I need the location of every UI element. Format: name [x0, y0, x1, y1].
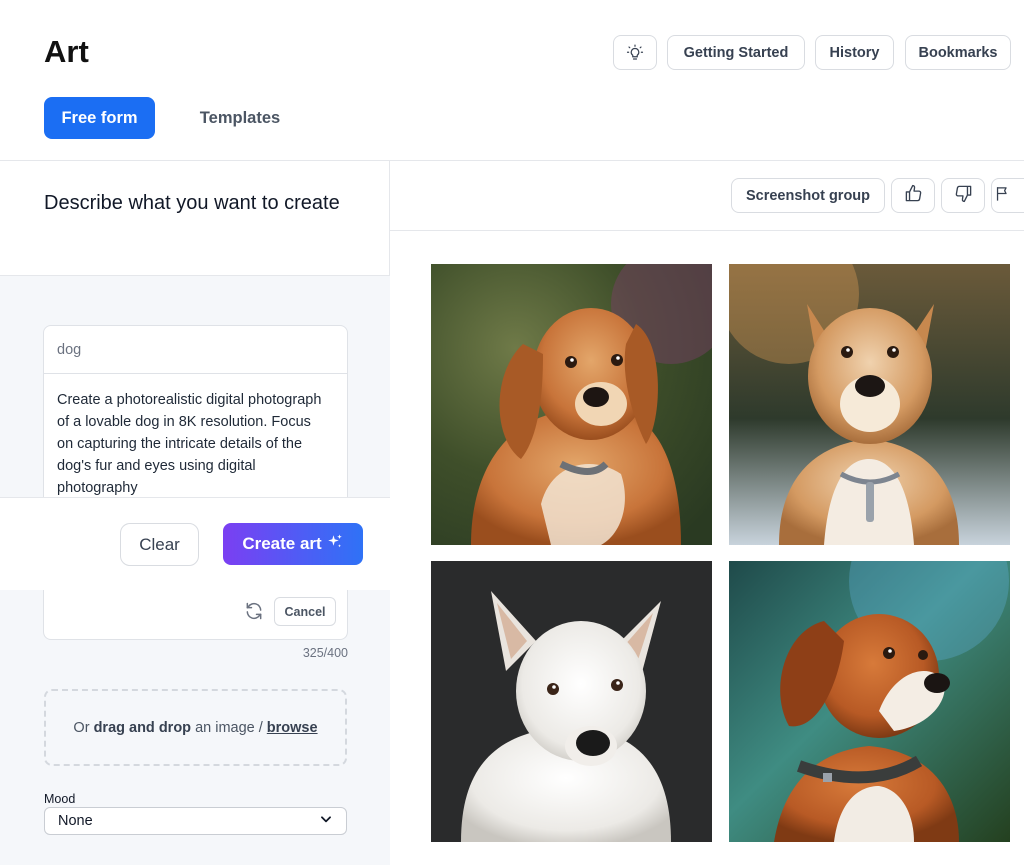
cancel-button[interactable]: Cancel	[274, 597, 336, 626]
mood-value: None	[58, 813, 93, 829]
bookmarks-button[interactable]: Bookmarks	[905, 35, 1011, 70]
browse-link[interactable]: browse	[267, 720, 318, 736]
image-dropzone[interactable]: Or drag and drop an image / browse	[44, 689, 347, 766]
lightbulb-icon	[626, 44, 644, 62]
flag-button[interactable]	[991, 178, 1024, 213]
dropzone-middle: an image /	[195, 719, 263, 736]
toolbar-divider	[390, 230, 1024, 231]
keyword-input[interactable]: dog	[44, 326, 347, 374]
tip-button[interactable]	[613, 35, 657, 70]
thumbs-down-icon	[954, 184, 973, 207]
create-art-label: Create art	[242, 534, 322, 553]
flag-icon	[994, 184, 1011, 207]
dislike-button[interactable]	[941, 178, 985, 213]
mood-label: Mood	[44, 792, 76, 806]
like-button[interactable]	[891, 178, 935, 213]
generated-image-3[interactable]	[431, 561, 712, 842]
screenshot-group-button[interactable]: Screenshot group	[731, 178, 885, 213]
history-button[interactable]: History	[815, 35, 894, 70]
generated-image-2[interactable]	[729, 264, 1010, 545]
refresh-icon[interactable]	[244, 601, 264, 621]
thumbs-up-icon	[904, 184, 923, 207]
chevron-down-icon	[319, 812, 333, 830]
dropzone-bold: drag and drop	[93, 719, 192, 736]
prompt-textarea[interactable]: Create a photorealistic digital photogra…	[57, 389, 327, 499]
tab-free-form[interactable]: Free form	[44, 97, 155, 139]
tab-templates[interactable]: Templates	[184, 97, 296, 139]
generated-image-1[interactable]	[431, 264, 712, 545]
mood-select[interactable]: None	[44, 807, 347, 835]
clear-button[interactable]: Clear	[120, 523, 199, 566]
create-art-button[interactable]: Create art	[223, 523, 363, 565]
dropzone-prefix: Or	[73, 719, 90, 736]
generated-image-4[interactable]	[729, 561, 1010, 842]
header-divider	[0, 160, 1024, 161]
describe-title: Describe what you want to create	[44, 192, 340, 214]
prompt-box: dog Create a photorealistic digital phot…	[43, 325, 348, 640]
char-count: 325/400	[302, 646, 348, 660]
sparkle-icon	[326, 533, 344, 556]
getting-started-button[interactable]: Getting Started	[667, 35, 805, 70]
page-title: Art	[44, 34, 89, 69]
